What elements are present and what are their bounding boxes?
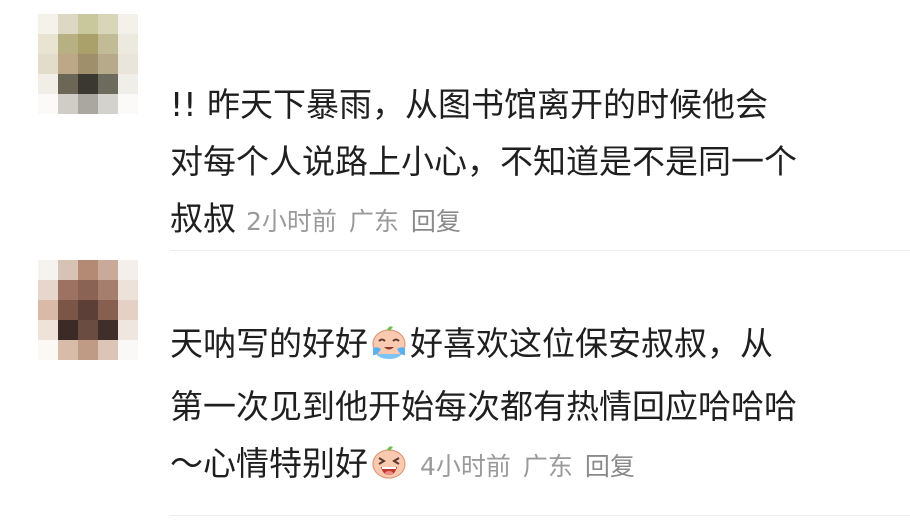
divider: [170, 515, 910, 516]
comment-location: 广东: [348, 207, 399, 236]
comment-text-line: 第一次见到他开始每次都有热情回应哈哈哈: [170, 387, 797, 426]
comment-location: 广东: [522, 452, 573, 481]
comment-meta: 2小时前 广东 回复: [246, 207, 473, 236]
reply-button[interactable]: 回复: [585, 452, 635, 481]
avatar[interactable]: [38, 260, 138, 360]
comment-text-line: 对每个人说路上小心，不知道是不是同一个: [170, 142, 797, 181]
reply-button[interactable]: 回复: [411, 207, 461, 236]
comment-text-line: 叔叔 2小时前 广东 回复: [170, 190, 890, 250]
crying-face-emoji-icon: [370, 321, 408, 378]
comment-time: 4小时前: [420, 452, 511, 481]
comment-time: 2小时前: [246, 207, 337, 236]
avatar[interactable]: [38, 14, 138, 114]
laughing-face-emoji-icon: [370, 441, 408, 498]
comment-item: 天呐写的好好 好喜欢这位保安叔叔，从 第一次见到他开始每次都有热情回应哈哈哈 ～…: [0, 255, 910, 520]
comment-item: !! 昨天下暴雨，从图书馆离开的时候他会 对每个人说路上小心，不知道是不是同一个…: [0, 0, 910, 255]
divider: [170, 250, 910, 251]
comment-text-segment: 天呐写的好好: [170, 324, 368, 363]
comment-text: 天呐写的好好 好喜欢这位保安叔叔，从 第一次见到他开始每次都有热情回应哈哈哈 ～…: [170, 315, 890, 498]
comment-text-segment: 好喜欢这位保安叔叔，从: [410, 324, 773, 363]
comment-text-line: ～心情特别好 4小时前 广东 回复: [170, 435, 890, 498]
comment-text: !! 昨天下暴雨，从图书馆离开的时候他会 对每个人说路上小心，不知道是不是同一个…: [170, 76, 890, 250]
comment-text-segment: ～心情特别好: [170, 444, 368, 483]
comment-text-segment: 叔叔: [170, 199, 236, 238]
comment-text-line: 天呐写的好好 好喜欢这位保安叔叔，从: [170, 315, 890, 378]
comment-meta: 4小时前 广东 回复: [420, 452, 647, 481]
comment-text-line: !! 昨天下暴雨，从图书馆离开的时候他会: [170, 85, 768, 124]
